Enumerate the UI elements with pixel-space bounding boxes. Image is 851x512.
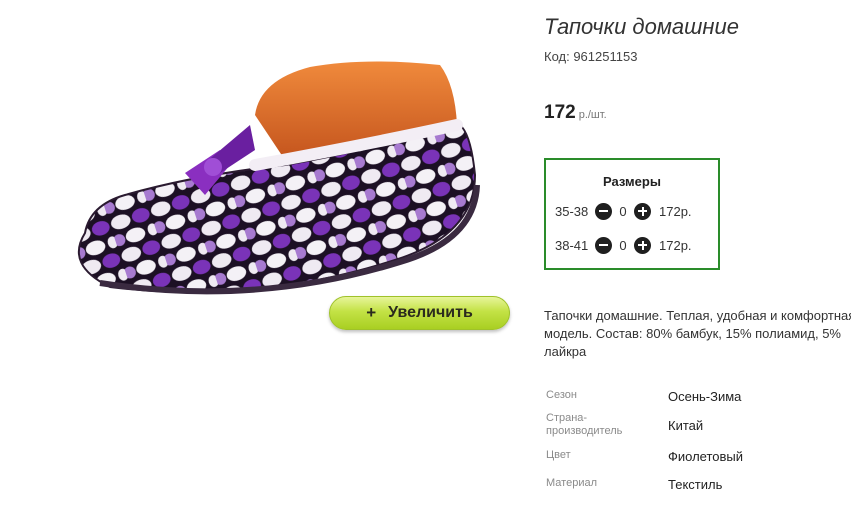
- minus-icon[interactable]: [595, 236, 612, 254]
- plus-icon[interactable]: [634, 202, 651, 220]
- product-title: Тапочки домашние: [544, 14, 739, 39]
- spec-value: Осень-Зима: [668, 389, 742, 404]
- price-unit: р./шт.: [578, 109, 607, 121]
- zoom-button-label: Увеличить: [388, 304, 473, 321]
- quantity-value: 0: [619, 203, 627, 219]
- size-row: 38-41 0 172р.: [555, 235, 692, 255]
- spec-value: Текстиль: [668, 477, 723, 492]
- product-price: 172 р./шт.: [544, 102, 607, 124]
- product-sku: Код: 961251153: [544, 49, 638, 64]
- size-price: 172р.: [659, 237, 692, 253]
- spec-label: Цвет: [546, 449, 571, 461]
- sizes-panel: Размеры 35-38 0 172р. 38-41 0 172р.: [544, 158, 720, 270]
- zoom-button[interactable]: + Увеличить: [329, 296, 510, 330]
- price-value: 172: [544, 102, 576, 123]
- size-label: 38-41: [555, 237, 589, 253]
- product-image[interactable]: [55, 55, 485, 305]
- slipper-illustration: [77, 61, 480, 295]
- spec-value: Китай: [668, 418, 704, 433]
- sizes-title: Размеры: [603, 174, 661, 189]
- quantity-value: 0: [619, 237, 627, 253]
- plus-icon: +: [366, 303, 377, 322]
- spec-label: Страна-производитель: [546, 412, 623, 437]
- spec-label: Материал: [546, 477, 597, 489]
- plus-icon[interactable]: [634, 236, 651, 254]
- spec-value: Фиолетовый: [668, 449, 744, 464]
- size-label: 35-38: [555, 203, 589, 219]
- minus-icon[interactable]: [595, 202, 612, 220]
- size-row: 35-38 0 172р.: [555, 201, 692, 221]
- spec-label: Сезон: [546, 389, 577, 401]
- product-description: Тапочки домашние. Теплая, удобная и комф…: [544, 308, 851, 359]
- size-price: 172р.: [659, 203, 692, 219]
